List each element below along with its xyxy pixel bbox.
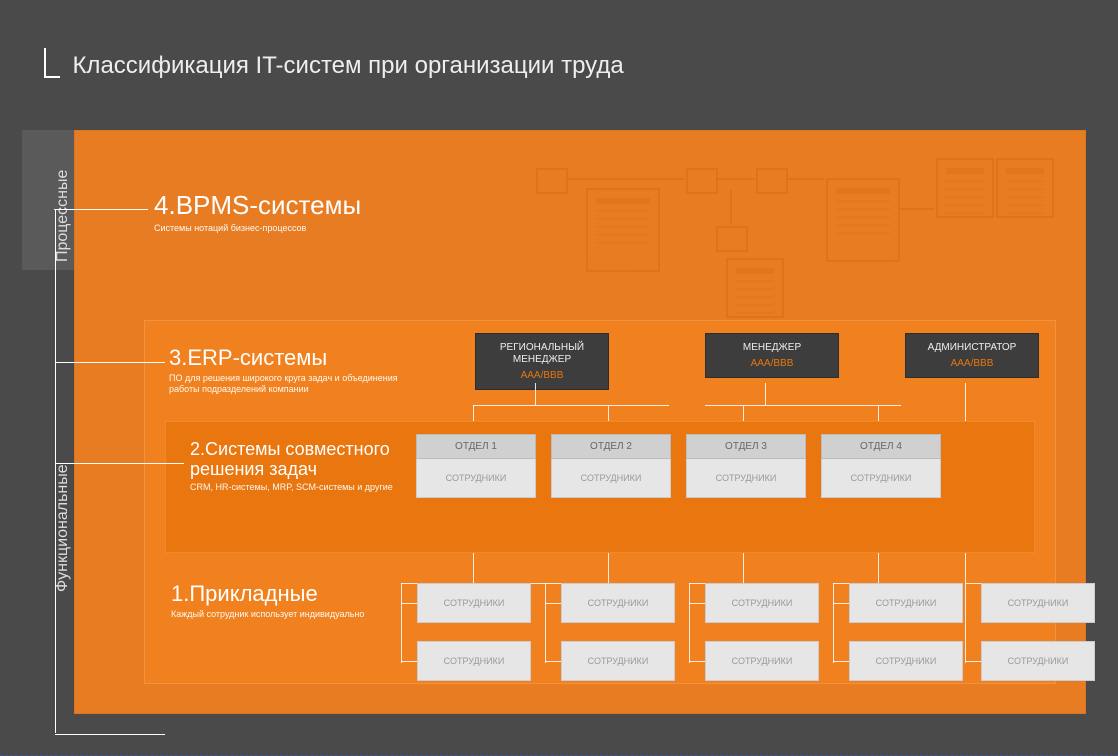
level-2-sub: CRM, HR-системы, MRP, SCM-системы и друг… <box>190 482 430 493</box>
heading-level-3: 3.ERP-системы ПО для решения широкого кр… <box>169 345 429 396</box>
dept-name: ОТДЕЛ 4 <box>821 434 941 459</box>
staff-box: СОТРУДНИКИ <box>981 641 1095 681</box>
connector <box>545 603 561 604</box>
dept-name: ОТДЕЛ 2 <box>551 434 671 459</box>
connector <box>833 661 849 662</box>
level-1-sub: Каждый сотрудник использует индивидуальн… <box>171 609 364 620</box>
connector <box>608 553 609 583</box>
manager-box-admin: АДМИНИСТРАТОР AAA/BBB <box>905 333 1039 378</box>
connector <box>689 583 690 663</box>
heading-level-1: 1.Прикладные Каждый сотрудник использует… <box>171 581 364 620</box>
connector <box>878 553 879 583</box>
level-3-erp: 3.ERP-системы ПО для решения широкого кр… <box>144 320 1056 684</box>
level-3-sub: ПО для решения широкого круга задач и об… <box>169 373 429 396</box>
level-4-title: BPMS-системы <box>176 190 362 220</box>
staff-box: СОТРУДНИКИ <box>705 583 819 623</box>
connector <box>965 583 981 584</box>
connector <box>401 661 417 662</box>
leader-vline <box>55 209 57 733</box>
staff-box: СОТРУДНИКИ <box>561 641 675 681</box>
level-4-bpms: 4.BPMS-системы Системы нотаций бизнес-пр… <box>74 130 1086 714</box>
connector <box>833 603 849 604</box>
level-3-num: 3. <box>169 345 187 370</box>
level-4-sub: Системы нотаций бизнес-процессов <box>154 223 361 234</box>
manager-box-manager: МЕНЕДЖЕР AAA/BBB <box>705 333 839 378</box>
level-4-num: 4. <box>154 190 176 220</box>
connector <box>965 661 981 662</box>
connector <box>965 583 966 663</box>
level-1-num: 1. <box>171 581 189 606</box>
staff-box: СОТРУДНИКИ <box>849 641 963 681</box>
connector <box>473 405 669 406</box>
connector <box>689 603 705 604</box>
manager-code: AAA/BBB <box>912 358 1032 369</box>
connector <box>705 405 901 406</box>
connector <box>473 553 474 583</box>
leader-line <box>54 208 148 210</box>
level-2-collab: 2.Системы совместного решения задач CRM,… <box>165 421 1035 553</box>
manager-code: AAA/BBB <box>712 358 832 369</box>
leader-line <box>55 733 165 735</box>
dept-staff: СОТРУДНИКИ <box>416 459 536 498</box>
connector <box>545 661 561 662</box>
heading-level-2: 2.Системы совместного решения задач CRM,… <box>190 440 430 493</box>
manager-code: AAA/BBB <box>482 370 602 381</box>
leader-line <box>55 361 165 363</box>
dept-2: ОТДЕЛ 2 СОТРУДНИКИ <box>551 434 671 498</box>
connector <box>545 583 546 663</box>
staff-box: СОТРУДНИКИ <box>417 641 531 681</box>
level-1-title: Прикладные <box>189 581 317 606</box>
dept-staff: СОТРУДНИКИ <box>821 459 941 498</box>
connector <box>833 583 834 663</box>
dept-name: ОТДЕЛ 1 <box>416 434 536 459</box>
connector <box>401 583 402 663</box>
level-2-num: 2. <box>190 439 205 459</box>
staff-box: СОТРУДНИКИ <box>849 583 963 623</box>
connector <box>535 383 536 405</box>
level-2-title: Системы совместного решения задач <box>190 439 390 479</box>
manager-role: АДМИНИСТРАТОР <box>912 342 1032 354</box>
leader-line <box>56 462 184 464</box>
connector <box>689 661 705 662</box>
connector <box>401 603 417 604</box>
dept-name: ОТДЕЛ 3 <box>686 434 806 459</box>
title-marker-icon <box>44 48 60 78</box>
bpms-flow-icon <box>526 148 1046 308</box>
staff-box: СОТРУДНИКИ <box>981 583 1095 623</box>
dept-4: ОТДЕЛ 4 СОТРУДНИКИ <box>821 434 941 498</box>
staff-box: СОТРУДНИКИ <box>417 583 531 623</box>
heading-level-4: 4.BPMS-системы Системы нотаций бизнес-пр… <box>154 190 361 234</box>
manager-role: МЕНЕДЖЕР <box>712 342 832 354</box>
dept-1: ОТДЕЛ 1 СОТРУДНИКИ <box>416 434 536 498</box>
slide: Классификация IT-систем при организации … <box>22 22 1096 734</box>
manager-box-regional: РЕГИОНАЛЬНЫЙ МЕНЕДЖЕР AAA/BBB <box>475 333 609 390</box>
page-title: Классификация IT-систем при организации … <box>72 52 623 80</box>
dept-staff: СОТРУДНИКИ <box>686 459 806 498</box>
staff-box: СОТРУДНИКИ <box>705 641 819 681</box>
connector <box>743 553 744 583</box>
staff-box: СОТРУДНИКИ <box>561 583 675 623</box>
manager-role: РЕГИОНАЛЬНЫЙ МЕНЕДЖЕР <box>482 342 602 366</box>
connector <box>765 383 766 405</box>
slide-stage: Классификация IT-систем при организации … <box>0 0 1118 756</box>
dept-staff: СОТРУДНИКИ <box>551 459 671 498</box>
level-3-title: ERP-системы <box>187 345 327 370</box>
title-wrap: Классификация IT-систем при организации … <box>44 52 624 82</box>
dept-3: ОТДЕЛ 3 СОТРУДНИКИ <box>686 434 806 498</box>
